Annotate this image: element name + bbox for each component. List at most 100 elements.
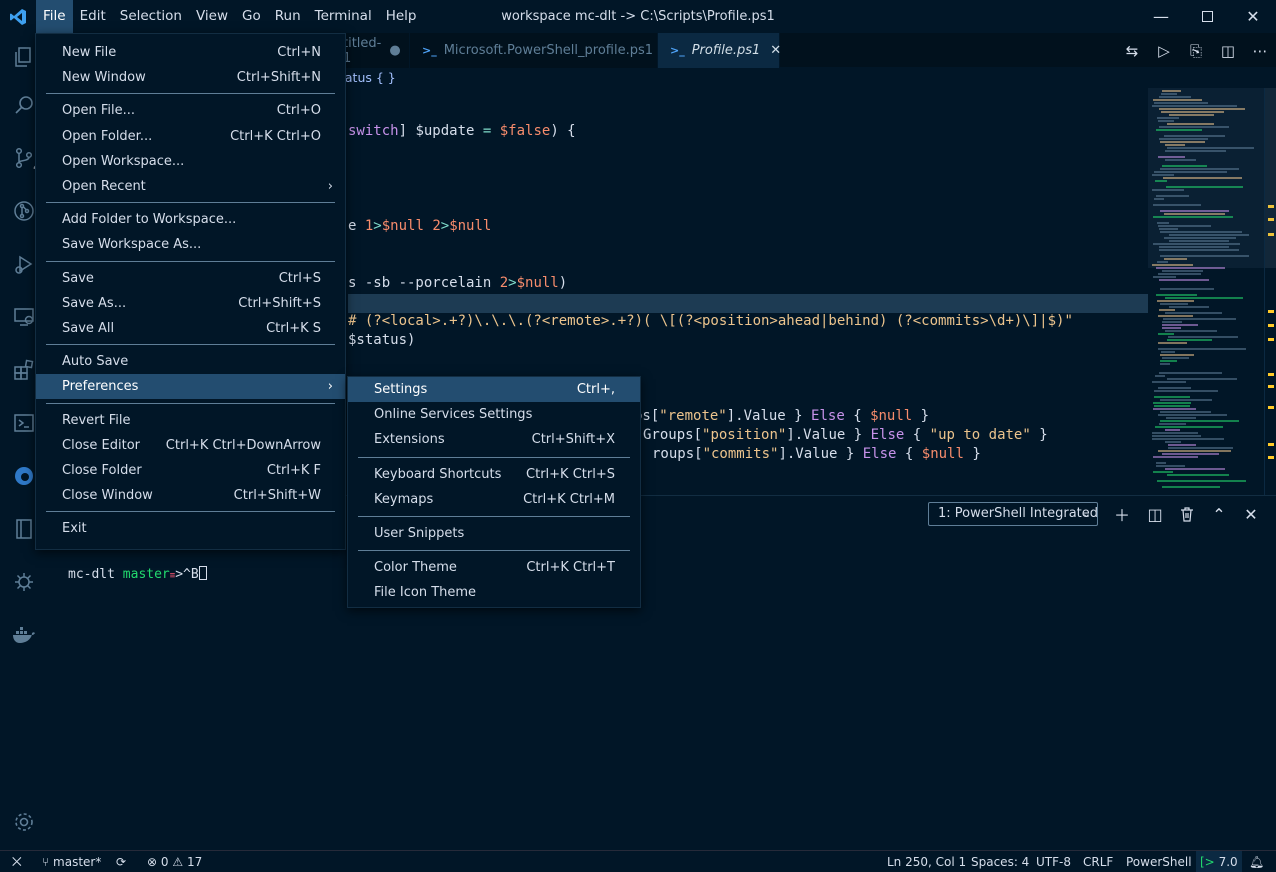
file-menu-item-auto-save[interactable]: Auto Save [36,349,345,374]
breadcrumb-item[interactable]: tatus { } [340,68,396,88]
minimap[interactable] [1148,88,1264,495]
scrollbar-thumb[interactable] [1265,88,1276,268]
split-editor-icon[interactable]: ◫ [1212,42,1244,60]
code-token: } [785,408,812,424]
code-token: Value [803,427,846,443]
file-menu-item-save[interactable]: Save Ctrl+S [36,266,345,291]
code-token: Else [862,446,897,462]
kubernetes-icon[interactable] [0,558,48,606]
menu-view[interactable]: View [189,0,235,33]
preferences-item-color-theme[interactable]: Color Theme Ctrl+K Ctrl+T [348,555,640,580]
file-menu-item-add-folder-to-workspace[interactable]: Add Folder to Workspace... [36,207,345,232]
preferences-item-file-icon-theme[interactable]: File Icon Theme [348,580,640,605]
menu-item-label: User Snippets [374,526,465,541]
file-menu-item-revert-file[interactable]: Revert File [36,408,345,433]
file-menu-item-exit[interactable]: Exit [36,516,345,541]
indentation[interactable]: Spaces: 4 [971,851,1029,872]
language-mode[interactable]: PowerShell [1126,851,1192,872]
preferences-item-extensions[interactable]: Extensions Ctrl+Shift+X [348,427,640,452]
file-menu-item-close-editor[interactable]: Close Editor Ctrl+K Ctrl+DownArrow [36,433,345,458]
minimap-line [1165,159,1196,161]
file-menu-item-save-as[interactable]: Save As... Ctrl+Shift+S [36,291,345,316]
minimap-line [1165,429,1180,431]
minimap-line [1165,150,1226,152]
preferences-item-user-snippets[interactable]: User Snippets [348,521,640,546]
file-menu-item-close-folder[interactable]: Close Folder Ctrl+K F [36,458,345,483]
editor-actions: ⇆ ▷ ⎘ ◫ ⋯ [1116,33,1276,68]
tab-profile-ps1[interactable]: >_ Profile.ps1 ✕ [658,33,781,68]
minimap-line [1152,174,1174,176]
tab-microsoft-powershell-profile[interactable]: >_ Microsoft.PowerShell_profile.ps1 [410,33,658,68]
docker-icon[interactable] [0,611,48,659]
warning-icon: ⚠ [172,855,184,869]
more-actions-icon[interactable]: ⋯ [1244,42,1276,60]
file-menu-item-open-file[interactable]: Open File... Ctrl+O [36,98,345,123]
code-token: "remote" [659,408,727,424]
file-menu-item-open-workspace[interactable]: Open Workspace... [36,149,345,174]
encoding[interactable]: UTF-8 [1036,851,1071,872]
minimap-line [1153,243,1240,245]
split-terminal-icon[interactable]: ◫ [1142,502,1168,526]
menu-item-label: Save Workspace As... [62,237,202,253]
preferences-item-online-services-settings[interactable]: Online Services Settings [348,402,640,427]
editor-scrollbar[interactable] [1264,88,1276,495]
gear-icon[interactable] [0,798,48,846]
remote-indicator-icon[interactable]: ⨉ [12,851,22,872]
menu-edit[interactable]: Edit [73,0,113,33]
run-icon[interactable]: ▷ [1148,42,1180,60]
file-menu-item-save-all[interactable]: Save All Ctrl+K S [36,316,345,341]
code-token: $false [499,123,551,139]
preferences-item-settings[interactable]: Settings Ctrl+, [348,377,640,402]
powershell-version[interactable]: [> 7.0 [1196,851,1242,872]
compare-changes-icon[interactable]: ⇆ [1116,42,1148,60]
branch-name: master* [53,855,102,869]
code-token: Else [811,408,845,424]
minimap-line [1161,351,1175,353]
menu-file[interactable]: File [36,0,73,33]
terminal-select[interactable]: 1: PowerShell Integrated Console ⌄ [928,502,1098,526]
minimap-line [1168,336,1238,338]
preferences-item-keymaps[interactable]: Keymaps Ctrl+K Ctrl+M [348,487,640,512]
file-menu-item-new-window[interactable]: New Window Ctrl+Shift+N [36,65,345,90]
close-tab-icon[interactable]: ✕ [770,43,781,58]
maximize-button[interactable] [1184,0,1230,33]
problems-status[interactable]: ⊗ 0 ⚠ 17 [147,851,202,872]
notifications-bell-icon[interactable]: 🔔︎ [1249,851,1264,872]
file-menu: New File Ctrl+N New Window Ctrl+Shift+N Open… [35,33,346,550]
maximize-panel-icon[interactable]: ⌃ [1206,502,1232,526]
close-window-button[interactable]: ✕ [1230,0,1276,33]
menu-item-label: New Window [62,70,146,86]
warning-marker [1268,443,1274,446]
cursor-position[interactable]: Ln 250, Col 1 [887,851,966,872]
menu-run[interactable]: Run [268,0,308,33]
file-menu-item-save-workspace-as[interactable]: Save Workspace As... [36,232,345,257]
minimap-line [1169,306,1209,308]
code-line: $status) [348,331,1148,350]
terminal-prompt[interactable]: mc-dlt master≡>^B [68,566,207,585]
new-terminal-icon[interactable]: ＋ [1109,502,1135,526]
minimize-button[interactable]: — [1138,0,1184,33]
sync-icon[interactable]: ⟳ [116,851,126,872]
trash-icon[interactable] [1174,502,1200,526]
file-menu-item-open-folder[interactable]: Open Folder... Ctrl+K Ctrl+O [36,124,345,149]
minimap-line [1157,300,1194,302]
menu-terminal[interactable]: Terminal [308,0,379,33]
preferences-item-keyboard-shortcuts[interactable]: Keyboard Shortcuts Ctrl+K Ctrl+S [348,462,640,487]
minimap-line [1167,474,1229,476]
file-menu-item-new-file[interactable]: New File Ctrl+N [36,40,345,65]
branch-icon: ⑂ [42,855,50,869]
file-menu-item-preferences[interactable]: Preferences › [36,374,345,400]
menu-separator [46,93,335,95]
branch-status[interactable]: ⑂ master* [42,851,101,872]
line-ending[interactable]: CRLF [1083,851,1113,872]
close-panel-icon[interactable]: ✕ [1238,502,1264,526]
file-menu-item-open-recent[interactable]: Open Recent › [36,174,345,199]
menu-help[interactable]: Help [379,0,424,33]
menu-selection[interactable]: Selection [113,0,189,33]
open-changes-icon[interactable]: ⎘ [1180,42,1212,60]
minimap-line [1169,114,1214,116]
warning-count: 17 [186,855,203,869]
minimap-line [1159,423,1186,425]
file-menu-item-close-window[interactable]: Close Window Ctrl+Shift+W [36,483,345,508]
menu-go[interactable]: Go [235,0,268,33]
